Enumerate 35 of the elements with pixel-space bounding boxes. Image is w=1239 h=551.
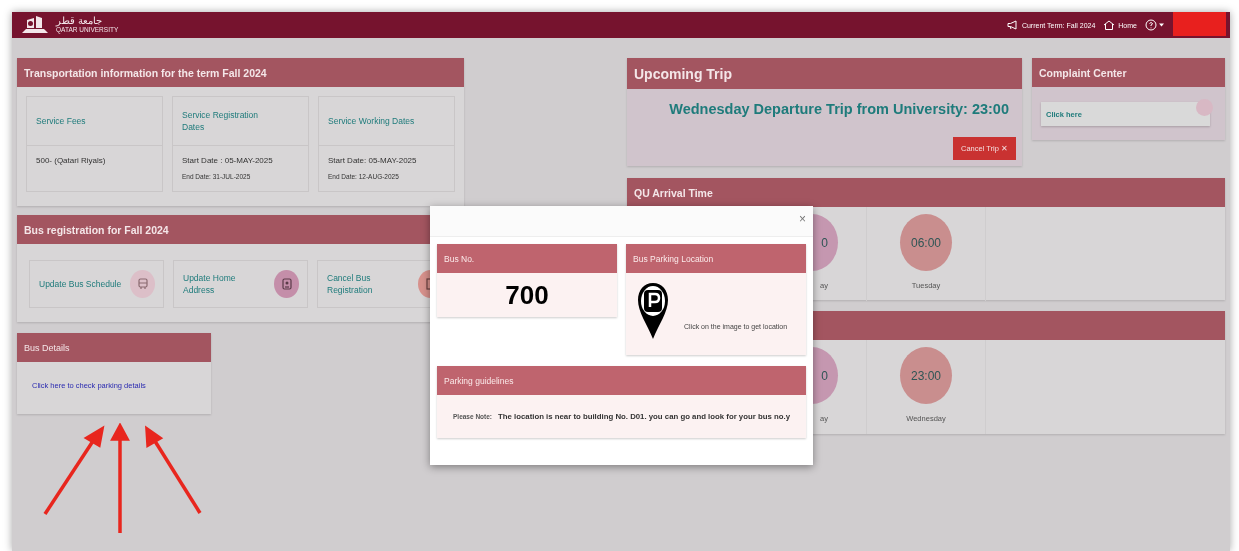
action-card[interactable]: Update Home Address — [173, 260, 308, 308]
parking-pin-icon[interactable] — [637, 282, 669, 340]
card-title: Bus Parking Location — [633, 253, 714, 264]
card-value: 500- (Qatari Riyals) — [36, 156, 107, 165]
card-title: Parking guidelines — [444, 375, 514, 386]
panel-title: Bus Details — [24, 342, 70, 353]
panel-title: Transportation information for the term Fall 2024 — [24, 66, 267, 79]
help-icon[interactable] — [1145, 19, 1165, 31]
time-text: 0 — [821, 368, 828, 383]
redaction-block — [1173, 12, 1226, 36]
logo-arabic-text: جامعة قطر — [56, 16, 102, 27]
panel-title: Bus registration for Fall 2024 — [24, 223, 169, 236]
close-button[interactable]: × — [799, 213, 806, 225]
university-logo-icon — [20, 15, 50, 35]
card-value: Start Date : 05-MAY-2025 — [182, 156, 274, 165]
panel-title: Upcoming Trip — [634, 65, 732, 82]
time-text: 23:00 — [911, 368, 941, 383]
trip-text: Wednesday Departure Trip from University: 23:00 — [669, 101, 1009, 117]
card-heading: Service Registration Dates — [182, 109, 260, 133]
card-heading: Service Fees — [36, 115, 86, 127]
action-label[interactable]: Update Home Address — [183, 272, 268, 296]
panel-title: Complaint Center — [1039, 66, 1127, 79]
action-label[interactable]: Cancel Bus Registration — [327, 272, 412, 296]
action-icon[interactable] — [274, 270, 299, 298]
home-icon[interactable] — [1103, 20, 1116, 30]
time-text: 0 — [821, 235, 828, 250]
card-value: Start Date: 05-MAY-2025 — [328, 156, 418, 165]
card-heading: Service Working Dates — [328, 115, 415, 127]
time-text: 06:00 — [911, 235, 941, 250]
panel-title: QU Arrival Time — [634, 186, 713, 199]
action-label[interactable]: Update Bus Schedule — [39, 278, 124, 290]
circle-icon — [1196, 99, 1213, 116]
action-card[interactable]: Update Bus Schedule — [29, 260, 164, 308]
megaphone-icon — [1006, 20, 1019, 30]
bus-number: 700 — [505, 280, 549, 310]
